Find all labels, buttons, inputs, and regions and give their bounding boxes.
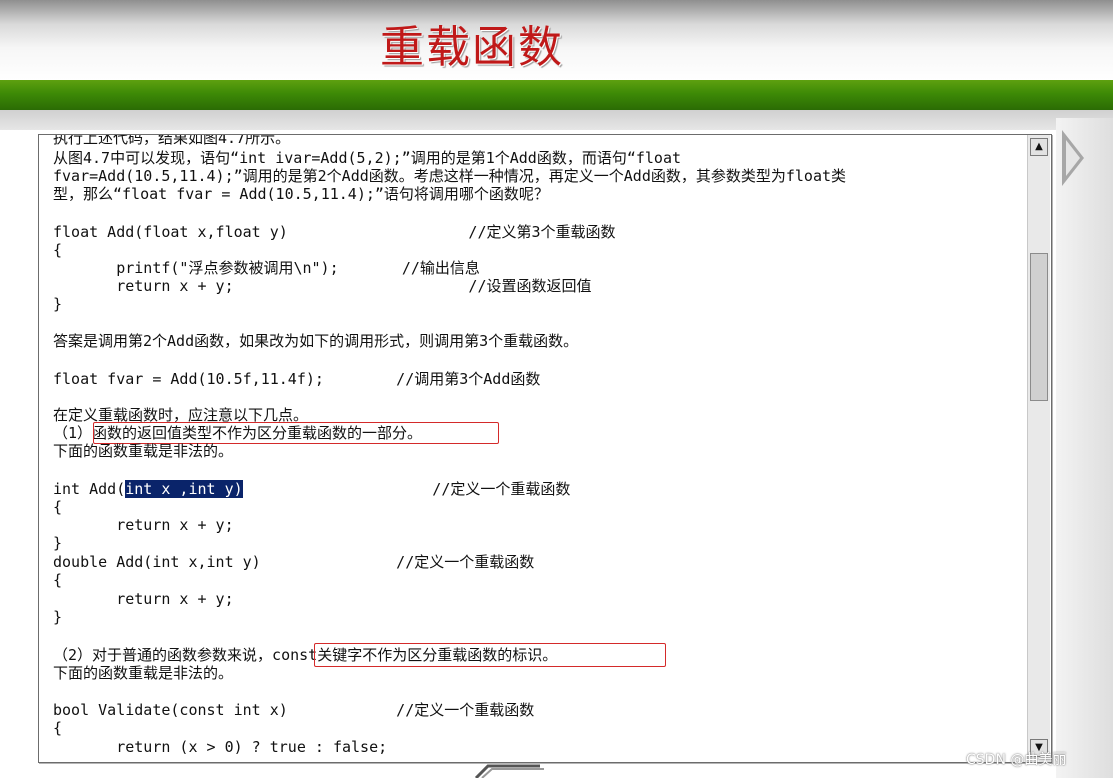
- code-line: return x + y; //设置函数返回值: [53, 277, 592, 295]
- document-content[interactable]: 执行上述代码，结果如图4.7所示。 从图4.7中可以发现，语句“int ivar…: [39, 135, 1027, 762]
- doc-line: 型，那么“float fvar = Add(10.5,11.4);”语句将调用哪…: [53, 185, 549, 203]
- rule-1-number: （1）: [53, 424, 93, 442]
- code-text: int Add(: [53, 480, 126, 498]
- header-green-bar: [0, 80, 1113, 110]
- highlight-box-rule-1: [93, 422, 499, 444]
- vertical-scrollbar[interactable]: ▲ ▼: [1027, 135, 1050, 760]
- code-line: float Add(float x,float y) //定义第3个重载函数: [53, 223, 616, 241]
- csdn-watermark: CSDN @曲美丽: [966, 752, 1067, 768]
- code-line: }: [53, 608, 63, 626]
- code-line: {: [53, 719, 63, 737]
- code-line: {: [53, 571, 63, 589]
- doc-line: 下面的函数重载是非法的。: [53, 442, 234, 460]
- highlight-box-rule-2: [314, 643, 666, 667]
- right-decoration: [1056, 118, 1113, 778]
- scroll-up-icon[interactable]: ▲: [1030, 138, 1048, 156]
- doc-line: 下面的函数重载是非法的。: [53, 664, 234, 682]
- code-line: int Add(int x ,int y) //定义一个重载函数: [53, 480, 570, 498]
- slide-title: 重载函数: [380, 22, 564, 73]
- code-line: float fvar = Add(10.5f,11.4f); //调用第3个Ad…: [53, 370, 541, 388]
- doc-line: 执行上述代码，结果如图4.7所示。: [53, 135, 291, 147]
- scrollbar-thumb[interactable]: [1030, 253, 1048, 401]
- code-line: }: [53, 534, 63, 552]
- header-gray-band: [0, 110, 1113, 130]
- code-line: }: [53, 295, 63, 313]
- code-comment: //定义一个重载函数: [242, 480, 571, 498]
- doc-line: fvar=Add(10.5,11.4);”调用的是第2个Add函数。考虑这样一种…: [53, 167, 847, 185]
- code-line: bool Validate(const int x) //定义一个重载函数: [53, 701, 535, 719]
- code-line: return x + y;: [53, 590, 234, 608]
- slide-bottom-mark-icon: [474, 764, 544, 778]
- selected-text[interactable]: int x ,int y): [125, 480, 243, 498]
- code-line: {: [53, 498, 63, 516]
- next-arrow-inner-icon: [1066, 140, 1080, 176]
- code-line: double Add(int x,int y) //定义一个重载函数: [53, 553, 535, 571]
- doc-line: 答案是调用第2个Add函数，如果改为如下的调用形式，则调用第3个重载函数。: [53, 332, 579, 350]
- code-line: {: [53, 241, 63, 259]
- code-line: return x + y;: [53, 516, 234, 534]
- rule-2-text: （2）对于普通的函数参数来说，: [53, 646, 273, 664]
- doc-line: 从图4.7中可以发现，语句“int ivar=Add(5,2);”调用的是第1个…: [53, 149, 682, 167]
- code-line: return (x > 0) ? true : false;: [53, 738, 388, 756]
- document-window: 执行上述代码，结果如图4.7所示。 从图4.7中可以发现，语句“int ivar…: [38, 134, 1052, 763]
- code-line: printf("浮点参数被调用\n"); //输出信息: [53, 259, 480, 277]
